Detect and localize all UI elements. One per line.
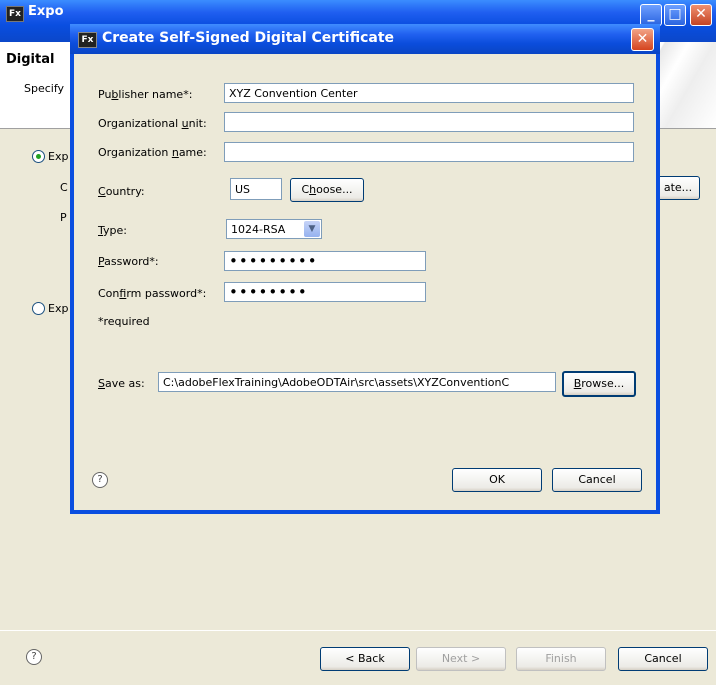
footer-separator xyxy=(0,630,716,631)
close-icon[interactable]: ✕ xyxy=(690,4,712,26)
organization-name-label: Organization name: xyxy=(98,146,207,159)
export-radio-1-label: Exp xyxy=(48,150,69,163)
next-button[interactable]: Next > xyxy=(416,647,506,671)
back-button[interactable]: < Back xyxy=(320,647,410,671)
password-label: Password*: xyxy=(98,255,159,268)
dialog-cancel-button[interactable]: Cancel xyxy=(552,468,642,492)
type-select-value: 1024-RSA xyxy=(231,223,286,236)
dialog-close-icon[interactable]: ✕ xyxy=(631,28,654,51)
wizard-heading: Digital xyxy=(6,52,55,67)
dialog-app-icon: Fx xyxy=(78,32,97,48)
export-radio-2[interactable] xyxy=(32,302,45,315)
publisher-name-label: Publisher name*: xyxy=(98,88,193,101)
password-input[interactable]: ••••••••• xyxy=(224,251,426,271)
minimize-icon[interactable]: _ xyxy=(640,4,662,26)
chevron-down-icon[interactable]: ▼ xyxy=(304,221,320,237)
dialog-body: Publisher name*: XYZ Convention Center O… xyxy=(74,54,656,510)
confirm-password-label: Confirm password*: xyxy=(98,287,207,300)
dialog-title: Create Self-Signed Digital Certificate xyxy=(102,30,395,46)
export-radio-1[interactable] xyxy=(32,150,45,163)
password-label-fragment: P xyxy=(60,211,67,224)
maximize-icon[interactable]: □ xyxy=(664,4,686,26)
create-certificate-button[interactable]: ate... xyxy=(656,176,700,200)
type-select[interactable]: 1024-RSA ▼ xyxy=(226,219,322,239)
dialog-help-icon[interactable]: ? xyxy=(92,472,108,488)
save-as-path-input[interactable]: C:\adobeFlexTraining\AdobeODTAir\src\ass… xyxy=(158,372,556,392)
organization-name-input[interactable] xyxy=(224,142,634,162)
wizard-subtitle: Specify xyxy=(24,82,65,95)
wizard-help-icon[interactable]: ? xyxy=(26,649,42,665)
choose-country-button[interactable]: Choose... xyxy=(290,178,364,202)
app-icon: Fx xyxy=(6,6,24,22)
certificate-label-fragment: C xyxy=(60,181,68,194)
organizational-unit-label: Organizational unit: xyxy=(98,117,207,130)
organizational-unit-input[interactable] xyxy=(224,112,634,132)
create-certificate-dialog: Fx Create Self-Signed Digital Certificat… xyxy=(70,24,660,514)
country-label: Country: xyxy=(98,185,145,198)
export-radio-2-label: Exp xyxy=(48,302,69,315)
browse-button[interactable]: Browse... xyxy=(562,371,636,397)
type-label: Type: xyxy=(98,224,127,237)
background-window-title: Expo xyxy=(28,4,64,19)
save-as-label: Save as: xyxy=(98,377,145,390)
required-note: *required xyxy=(98,315,150,328)
finish-button[interactable]: Finish xyxy=(516,647,606,671)
confirm-password-input[interactable]: •••••••• xyxy=(224,282,426,302)
wizard-cancel-button[interactable]: Cancel xyxy=(618,647,708,671)
country-input[interactable]: US xyxy=(230,178,282,200)
ok-button[interactable]: OK xyxy=(452,468,542,492)
publisher-name-input[interactable]: XYZ Convention Center xyxy=(224,83,634,103)
dialog-titlebar: Fx Create Self-Signed Digital Certificat… xyxy=(70,24,660,54)
